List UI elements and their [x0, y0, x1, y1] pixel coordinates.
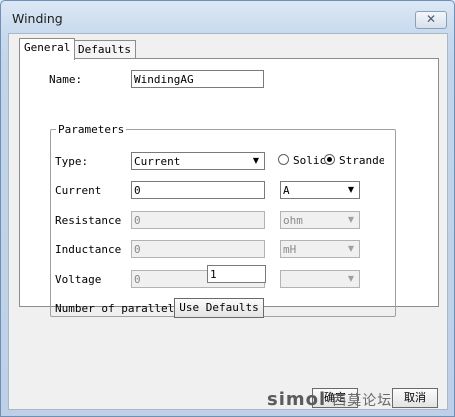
resistance-unit-value: ohm: [283, 214, 303, 227]
watermark-brand: simol: [267, 389, 327, 410]
title-bar[interactable]: Winding ✕: [1, 1, 454, 34]
name-label: Name:: [49, 73, 83, 86]
close-icon[interactable]: ✕: [426, 12, 436, 26]
voltage-label: Voltage: [55, 273, 102, 286]
inductance-unit-select[interactable]: mH ▼: [280, 240, 360, 258]
resistance-input[interactable]: 0: [131, 211, 265, 229]
close-button[interactable]: ✕: [415, 11, 447, 29]
resistance-unit-select[interactable]: ohm ▼: [280, 211, 360, 229]
type-select[interactable]: Current ▼: [131, 152, 265, 170]
chevron-down-icon[interactable]: ▼: [344, 183, 358, 197]
voltage-unit-select[interactable]: ▼: [280, 270, 360, 288]
chevron-down-icon[interactable]: ▼: [344, 242, 358, 256]
inductance-unit-value: mH: [283, 243, 297, 256]
chevron-down-icon[interactable]: ▼: [344, 272, 358, 286]
radio-checked-dot: [327, 157, 332, 162]
current-unit-value: A: [283, 184, 290, 197]
dialog-window: Winding ✕ General Defaults Name: Winding…: [0, 0, 455, 417]
solid-radio[interactable]: [278, 154, 289, 165]
inductance-input[interactable]: 0: [131, 240, 265, 258]
chevron-down-icon[interactable]: ▼: [344, 213, 358, 227]
dialog-client-area: General Defaults Name: WindingAG Paramet…: [8, 33, 448, 410]
chevron-down-icon[interactable]: ▼: [249, 154, 263, 168]
window-title: Winding: [12, 11, 63, 26]
cancel-button[interactable]: 取消: [392, 388, 438, 408]
use-defaults-button[interactable]: Use Defaults: [174, 298, 264, 318]
tab-defaults[interactable]: Defaults: [73, 40, 136, 60]
stranded-radio-label[interactable]: Strandec: [339, 154, 384, 167]
stranded-radio[interactable]: [324, 154, 335, 165]
watermark-logo: simol-西莫论坛: [267, 389, 392, 410]
tab-general[interactable]: General: [19, 38, 76, 60]
parallel-branches-input[interactable]: 1: [207, 265, 266, 283]
current-label: Current: [55, 184, 102, 197]
type-select-value: Current: [134, 155, 181, 168]
inductance-label: Inductance: [55, 243, 122, 256]
resistance-label: Resistance: [55, 214, 122, 227]
parameters-group-title: Parameters: [56, 123, 127, 136]
current-input[interactable]: 0: [131, 181, 265, 199]
watermark-suffix: -西莫论坛: [326, 393, 393, 409]
type-label: Type:: [55, 155, 89, 168]
solid-radio-label[interactable]: Solic: [293, 154, 326, 167]
current-unit-select[interactable]: A ▼: [280, 181, 360, 199]
name-input[interactable]: WindingAG: [131, 70, 264, 88]
